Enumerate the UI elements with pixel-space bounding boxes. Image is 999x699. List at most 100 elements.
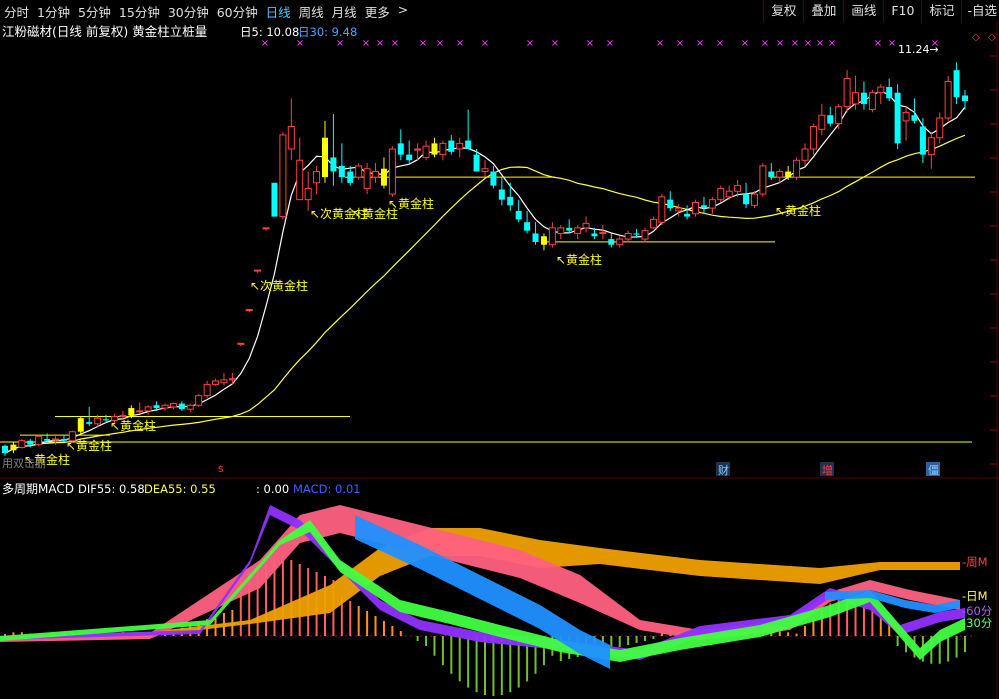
candle-body-37	[313, 171, 321, 184]
candle-body-99	[835, 106, 843, 125]
candle-body-106	[894, 92, 901, 144]
min30-label: -30分	[962, 616, 993, 630]
candle-body-45	[380, 168, 387, 186]
candle-body-18	[153, 405, 160, 409]
candle-body-95	[801, 148, 809, 161]
top-x-marker-15: ×	[676, 38, 684, 49]
candle-body-101	[852, 92, 860, 105]
candle-body-14	[119, 414, 127, 418]
candle-body-62	[524, 222, 531, 231]
candle-body-77	[649, 218, 657, 229]
diamond-icon: ◇	[972, 32, 980, 43]
candle-body-112	[944, 80, 952, 119]
candle-body-110	[927, 137, 935, 156]
top-x-marker-16: ×	[696, 38, 704, 49]
candle-body-41	[347, 171, 354, 183]
candle-body-86	[725, 190, 733, 198]
top-x-marker-11: ×	[551, 38, 559, 49]
candle-body-107	[902, 111, 910, 122]
candle-body-55	[465, 140, 472, 149]
candle-body-16	[136, 410, 144, 413]
candle-body-63	[532, 233, 539, 242]
candle-body-19	[161, 404, 169, 409]
candle-body-69	[582, 222, 590, 229]
candle-body-5	[44, 439, 51, 441]
top-x-marker-22: ×	[804, 38, 812, 49]
candle-body-23	[195, 395, 203, 406]
golden-column-label-7: ↖黄金柱	[556, 252, 602, 267]
macd-dea: DEA55: 0.55	[144, 482, 216, 496]
red-s-marker: s	[218, 462, 224, 475]
candle-body-35	[296, 159, 304, 201]
candle-body-72	[608, 239, 615, 245]
candle-body-92	[776, 171, 784, 178]
candle-body-103	[868, 92, 876, 111]
chart-canvas[interactable]: 江粉磁材(日线 前复权) 黄金柱立桩量 日5: 10.08日30: 9.48 ↖黄金…	[0, 0, 999, 699]
top-x-marker-25: ×	[874, 38, 882, 49]
event-badge-0: 财	[718, 463, 729, 477]
candle-body-61	[515, 210, 522, 220]
candle-body-27	[228, 378, 236, 381]
candle-body-100	[843, 78, 851, 108]
candle-body-57	[481, 168, 489, 173]
candle-body-114	[962, 95, 968, 102]
candle-body-53	[448, 140, 455, 152]
top-x-marker-13: ×	[606, 38, 614, 49]
candle-body-9	[77, 418, 84, 432]
candle-body-50	[422, 145, 430, 158]
top-x-marker-14: ×	[656, 38, 664, 49]
macd-third: : 0.00	[256, 482, 289, 496]
candle-body-87	[734, 185, 742, 192]
candle-body-15	[128, 408, 135, 416]
golden-column-label-6: ↖黄金柱	[388, 196, 434, 211]
candle-body-17	[144, 406, 152, 412]
top-x-marker-1: ×	[296, 38, 304, 49]
candle-body-76	[641, 230, 649, 240]
candle-body-65	[548, 227, 556, 246]
candle-body-26	[220, 379, 228, 384]
candle-body-36	[304, 187, 312, 201]
top-x-marker-8: ×	[456, 38, 464, 49]
candle-body-58	[490, 171, 497, 186]
ma30-label: 日30: 9.48	[298, 25, 357, 39]
top-x-marker-4: ×	[376, 38, 384, 49]
top-x-marker-20: ×	[776, 38, 784, 49]
candle-body-105	[886, 87, 893, 99]
top-x-marker-7: ×	[436, 38, 444, 49]
candle-body-30	[254, 269, 262, 272]
golden-column-label-1: ↖黄金柱	[66, 438, 112, 453]
top-x-marker-2: ×	[336, 38, 344, 49]
candle-body-84	[708, 199, 716, 209]
top-x-marker-26: ×	[888, 38, 896, 49]
candle-body-39	[330, 157, 337, 172]
candle-body-48	[406, 154, 413, 161]
candle-body-70	[591, 233, 598, 237]
candle-body-2	[18, 440, 26, 448]
candle-body-3	[27, 440, 34, 445]
daily-label: -日M	[962, 589, 988, 603]
candle-body-38	[322, 137, 328, 178]
candle-body-6	[52, 438, 60, 441]
candle-body-108	[911, 115, 918, 121]
candle-body-102	[860, 92, 867, 104]
candle-body-11	[94, 417, 102, 425]
golden-column-label-3: ↖次黄金柱	[250, 278, 308, 293]
top-x-marker-12: ×	[586, 38, 594, 49]
weekly-label: -周M	[962, 555, 988, 569]
candle-body-44	[372, 171, 380, 178]
candle-body-96	[809, 125, 817, 150]
event-badge-2: 僵	[928, 464, 939, 477]
candle-body-111	[936, 117, 944, 139]
ma5-label: 日5: 10.08	[240, 25, 299, 39]
candle-body-66	[557, 227, 565, 234]
candle-body-52	[439, 142, 447, 156]
top-x-marker-9: ×	[481, 38, 489, 49]
candle-body-98	[827, 115, 834, 124]
top-x-marker-19: ×	[761, 38, 769, 49]
candle-body-85	[717, 187, 725, 201]
candle-body-12	[103, 419, 110, 421]
candle-body-20	[169, 403, 177, 408]
candle-body-43	[363, 168, 371, 189]
candle-body-67	[566, 227, 573, 231]
candle-body-60	[507, 196, 514, 206]
